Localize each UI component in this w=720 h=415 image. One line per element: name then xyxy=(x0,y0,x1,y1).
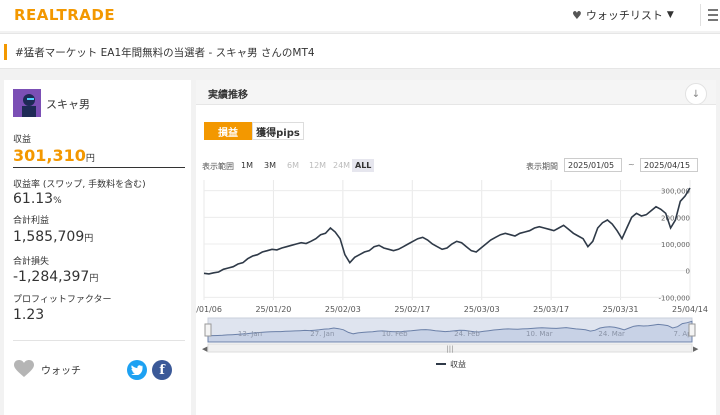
tab-profit[interactable]: 損益 xyxy=(204,122,252,140)
x-tick-label: 25/01/06 xyxy=(196,305,222,314)
navigator-label: 27. Jan xyxy=(310,330,334,338)
range-all-button[interactable]: ALL xyxy=(352,159,375,172)
hamburger-menu-icon[interactable] xyxy=(700,4,718,26)
total-gain-value: 1,585,709 xyxy=(13,229,85,245)
rate-label: 収益率 (スワップ, 手数料を含む) xyxy=(13,180,146,190)
navigator-label: 24. Feb xyxy=(454,330,480,338)
x-tick-label: 25/02/03 xyxy=(325,305,361,314)
range-6m-button[interactable]: 6M xyxy=(284,159,302,172)
profit-value: 301,310 xyxy=(13,146,86,165)
username: スキャ男 xyxy=(46,98,90,111)
tilde-separator: ~ xyxy=(628,160,635,169)
profit-label: 収益 xyxy=(13,135,32,145)
profit-factor-value: 1.23 xyxy=(13,307,45,323)
chevron-down-icon: ▼ xyxy=(666,10,674,20)
total-gain-row: 1,585,709円 xyxy=(13,229,93,245)
scrollbar-grip: ||| xyxy=(446,345,453,353)
x-tick-label: 25/01/20 xyxy=(255,305,291,314)
twitter-share-icon[interactable] xyxy=(127,360,147,380)
legend-label: 収益 xyxy=(450,359,466,369)
y-tick-label: 0 xyxy=(686,268,690,276)
y-tick-label: 100,000 xyxy=(661,241,690,249)
total-loss-label: 合計損失 xyxy=(13,257,50,267)
y-tick-label: -100,000 xyxy=(659,294,690,302)
navigator-handle-left xyxy=(204,323,212,337)
range-24m-button[interactable]: 24M xyxy=(330,159,353,172)
range-3m-button[interactable]: 3M xyxy=(261,159,279,172)
profile-sidebar: スキャ男 収益 301,310円 収益率 (スワップ, 手数料を含む) 61.1… xyxy=(4,80,191,415)
range-label: 表示範囲 xyxy=(202,162,234,171)
total-gain-unit: 円 xyxy=(84,234,94,244)
heart-icon: ♥ xyxy=(572,8,582,22)
series-line-profit xyxy=(203,187,691,275)
panel-header: 実績推移 ↓ xyxy=(196,80,716,105)
navigator-label: 13. Jan xyxy=(238,330,262,338)
panel-title: 実績推移 xyxy=(208,90,248,101)
navigator-label: 24. Mar xyxy=(598,330,625,338)
page-title: #猛者マーケット EA1年間無料の当選者 - スキャ男 さんのMT4 xyxy=(15,47,315,59)
rate-value: 61.13 xyxy=(13,191,54,207)
performance-panel: 実績推移 ↓ 損益 獲得pips 表示範囲 1M 3M 6M 12M 24M A… xyxy=(196,80,716,415)
scroll-right-icon: ▶ xyxy=(693,345,699,353)
collapse-toggle-icon[interactable]: ↓ xyxy=(685,83,707,105)
top-bar: REALTRADE ♥ ウォッチリスト ▼ xyxy=(0,0,720,31)
x-tick-label: 25/03/17 xyxy=(533,305,569,314)
realtrade-logo[interactable]: REALTRADE xyxy=(14,5,132,25)
profit-factor-label: プロフィットファクター xyxy=(13,295,112,305)
range-1m-button[interactable]: 1M xyxy=(238,159,256,172)
watchlist-button[interactable]: ♥ ウォッチリスト ▼ xyxy=(572,4,698,26)
watch-button[interactable]: ウォッチ xyxy=(14,360,81,378)
navigator-label: 10. Mar xyxy=(526,330,553,338)
rate-unit: % xyxy=(53,196,62,206)
total-gain-label: 合計利益 xyxy=(13,216,50,226)
heart-icon xyxy=(14,360,34,377)
logo-text: REALTRADE xyxy=(14,6,116,24)
scroll-left-icon: ◀ xyxy=(202,345,208,353)
rate-value-row: 61.13% xyxy=(13,191,62,207)
period-label: 表示期間 xyxy=(526,162,558,171)
date-from-input[interactable] xyxy=(564,158,622,172)
profit-line-chart: 25/01/06 25/01/20 25/02/03 25/02/17 25/03/03… xyxy=(196,180,708,369)
watchlist-label: ウォッチリスト xyxy=(585,9,663,22)
page-title-bar: #猛者マーケット EA1年間無料の当選者 - スキャ男 さんのMT4 xyxy=(0,33,720,69)
total-loss-value: -1,284,397 xyxy=(13,269,90,285)
profit-unit: 円 xyxy=(85,154,95,164)
date-to-input[interactable] xyxy=(640,158,698,172)
avatar xyxy=(13,89,41,117)
x-tick-label: 25/04/14 xyxy=(672,305,708,314)
facebook-share-icon[interactable]: f xyxy=(152,360,172,380)
navigator-handle-right xyxy=(688,323,696,337)
watch-label: ウォッチ xyxy=(41,365,81,377)
total-loss-unit: 円 xyxy=(89,274,99,284)
range-12m-button[interactable]: 12M xyxy=(306,159,329,172)
x-tick-label: 25/02/17 xyxy=(394,305,430,314)
x-tick-label: 25/03/03 xyxy=(464,305,500,314)
tab-pips[interactable]: 獲得pips xyxy=(252,122,304,140)
total-loss-row: -1,284,397円 xyxy=(13,269,98,285)
divider xyxy=(13,340,185,341)
x-tick-label: 25/03/31 xyxy=(603,305,639,314)
title-accent xyxy=(4,44,7,60)
profit-value-row: 301,310円 xyxy=(13,146,95,165)
navigator-label: 10. Feb xyxy=(382,330,408,338)
divider xyxy=(13,167,185,168)
